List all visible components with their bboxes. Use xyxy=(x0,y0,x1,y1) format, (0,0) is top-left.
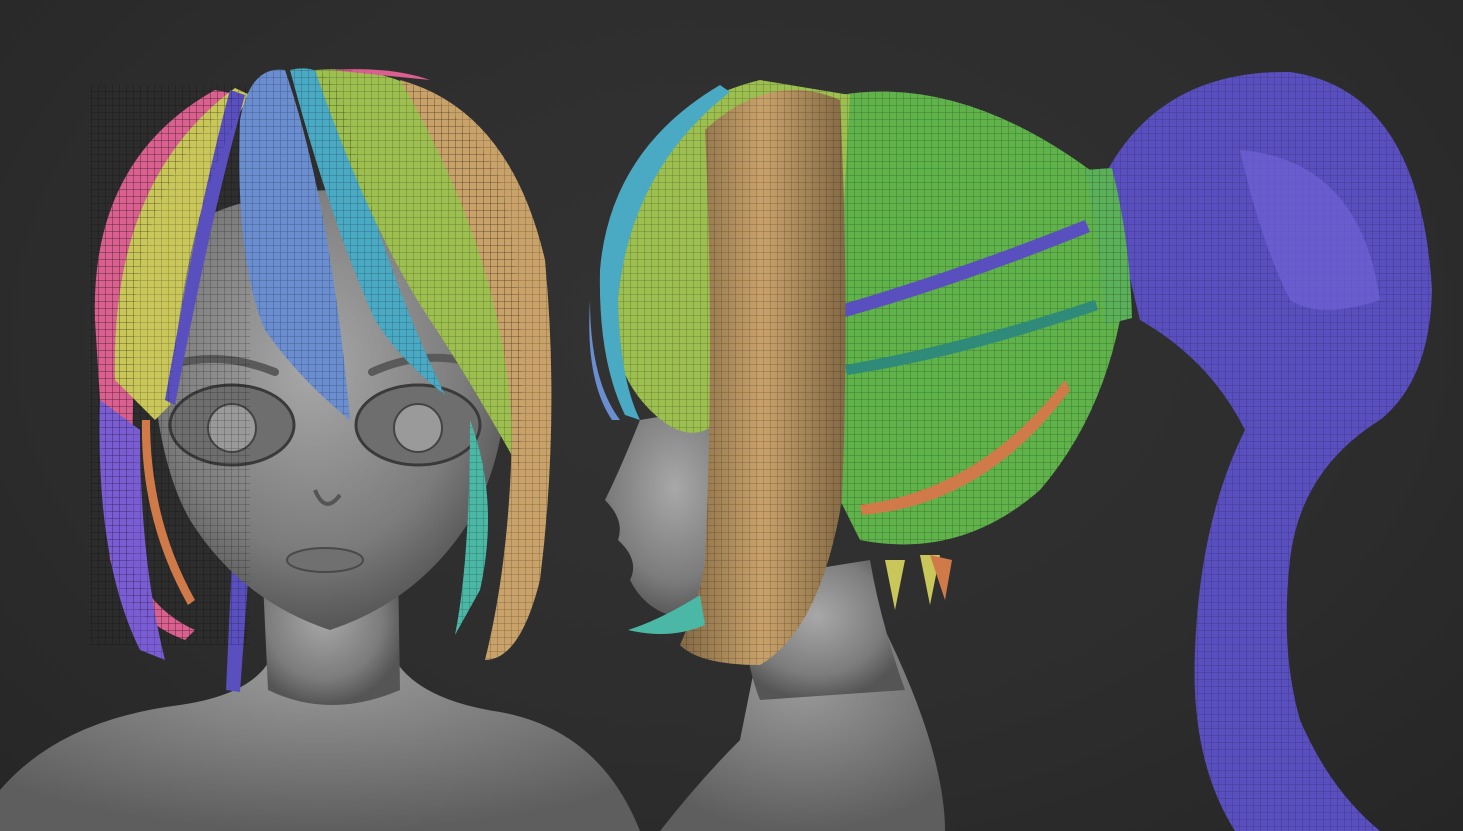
front-mouth xyxy=(286,547,364,573)
zbrush-viewport[interactable] xyxy=(0,0,1463,831)
side-view-model[interactable] xyxy=(589,71,1432,831)
side-nape-strands xyxy=(885,555,940,610)
front-view-model[interactable] xyxy=(0,68,640,831)
sculpt-canvas[interactable] xyxy=(0,0,1463,831)
